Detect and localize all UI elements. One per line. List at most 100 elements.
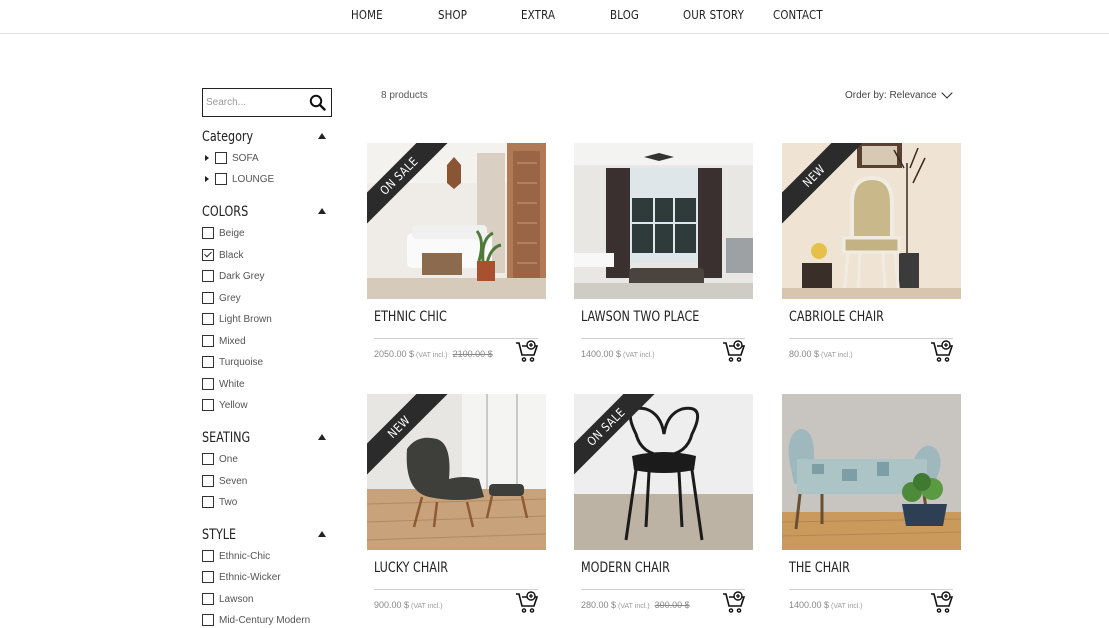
product-image[interactable]: NEW [782, 143, 961, 299]
checkbox[interactable] [202, 593, 214, 605]
top-navigation: HOME SHOP EXTRA BLOG OUR STORY CONTACT [0, 0, 1109, 34]
option-label: One [219, 453, 238, 465]
filter-title-style: STYLE [202, 527, 237, 543]
product-image[interactable] [574, 143, 753, 299]
add-to-cart-icon[interactable] [722, 591, 746, 615]
filter-option-beige[interactable]: Beige [202, 226, 245, 240]
product-name[interactable]: CABRIOLE CHAIR [789, 309, 884, 325]
option-label: White [219, 378, 245, 390]
checkbox[interactable] [215, 173, 227, 185]
filter-option-sofa[interactable]: SOFA [205, 151, 259, 165]
option-label: Yellow [219, 399, 248, 411]
vat-note: (VAT incl.) [411, 603, 443, 610]
filter-option-lawson[interactable]: Lawson [202, 592, 253, 606]
checkbox[interactable] [202, 270, 214, 282]
option-label: LOUNGE [232, 173, 275, 185]
search-box [202, 88, 332, 117]
option-label: Seven [219, 475, 248, 487]
filter-title-category: Category [202, 129, 254, 145]
price-value: 1400.00 $ [789, 600, 830, 610]
checkbox[interactable] [202, 378, 214, 390]
filter-option-seven[interactable]: Seven [202, 474, 247, 488]
price-value: 280.00 $ [581, 600, 617, 610]
filter-option-mid-century-modern[interactable]: Mid-Century Modern [202, 613, 310, 627]
expand-arrow-icon[interactable] [205, 176, 209, 182]
add-to-cart-icon[interactable] [722, 340, 746, 364]
product-card-lucky-chair: NEW LUCKY CHAIR 900.00 $ (VAT incl.) [367, 394, 546, 626]
expand-arrow-icon[interactable] [205, 155, 209, 161]
option-label: Turquoise [219, 356, 264, 368]
vat-note: (VAT incl.) [831, 603, 863, 610]
collapse-colors-icon[interactable] [318, 208, 326, 214]
filter-option-turquoise[interactable]: Turquoise [202, 355, 263, 369]
add-to-cart-icon[interactable] [930, 591, 954, 615]
search-input[interactable] [206, 94, 306, 111]
product-name[interactable]: LUCKY CHAIR [374, 560, 448, 576]
nav-home[interactable]: HOME [351, 7, 383, 22]
product-price: 280.00 $ (VAT incl.) 300.00 $ [581, 600, 690, 610]
divider [581, 338, 745, 339]
checkbox[interactable] [202, 313, 214, 325]
order-by-dropdown[interactable]: Order by: Relevance [845, 87, 953, 101]
checkbox[interactable] [215, 152, 227, 164]
product-name[interactable]: LAWSON TWO PLACE [581, 309, 699, 325]
product-name[interactable]: ETHNIC CHIC [374, 309, 447, 325]
collapse-style-icon[interactable] [318, 531, 326, 537]
add-to-cart-icon[interactable] [515, 591, 539, 615]
vat-note: (VAT incl.) [416, 352, 448, 359]
filter-option-ethnic-chic[interactable]: Ethnic-Chic [202, 549, 270, 563]
price-value: 1400.00 $ [581, 349, 622, 359]
checkbox[interactable] [202, 399, 214, 411]
product-name[interactable]: MODERN CHAIR [581, 560, 670, 576]
nav-extra[interactable]: EXTRA [521, 7, 555, 22]
checkbox[interactable] [202, 614, 214, 626]
collapse-seating-icon[interactable] [318, 434, 326, 440]
collapse-category-icon[interactable] [318, 133, 326, 139]
product-image[interactable] [782, 394, 961, 550]
filter-option-lounge[interactable]: LOUNGE [205, 172, 274, 186]
add-to-cart-icon[interactable] [515, 340, 539, 364]
filter-option-light-brown[interactable]: Light Brown [202, 312, 272, 326]
search-icon[interactable] [309, 94, 326, 111]
filter-option-one[interactable]: One [202, 452, 238, 466]
checkbox[interactable] [202, 227, 214, 239]
filter-option-white[interactable]: White [202, 377, 245, 391]
product-card-lawson-two-place: LAWSON TWO PLACE 1400.00 $ (VAT incl.) [574, 143, 753, 375]
option-label: Black [219, 249, 244, 261]
filter-option-grey[interactable]: Grey [202, 291, 241, 305]
product-name[interactable]: THE CHAIR [789, 560, 850, 576]
checkbox[interactable] [202, 356, 214, 368]
filter-option-two[interactable]: Two [202, 495, 237, 509]
product-image[interactable]: NEW [367, 394, 546, 550]
add-to-cart-icon[interactable] [930, 340, 954, 364]
checkbox-checked[interactable] [202, 249, 214, 261]
divider [581, 589, 745, 590]
checkbox[interactable] [202, 496, 214, 508]
option-label: Two [219, 496, 238, 508]
checkbox[interactable] [202, 550, 214, 562]
nav-shop[interactable]: SHOP [438, 7, 467, 22]
filter-option-dark-grey[interactable]: Dark Grey [202, 269, 265, 283]
filter-option-ethnic-wicker[interactable]: Ethnic-Wicker [202, 570, 281, 584]
filter-option-mixed[interactable]: Mixed [202, 334, 246, 348]
product-card-the-chair: THE CHAIR 1400.00 $ (VAT incl.) [782, 394, 961, 626]
checkbox[interactable] [202, 475, 214, 487]
option-label: Ethnic-Chic [219, 550, 271, 562]
nav-our-story[interactable]: OUR STORY [683, 7, 744, 22]
product-image[interactable]: ON SALE [574, 394, 753, 550]
filter-option-yellow[interactable]: Yellow [202, 398, 248, 412]
option-label: Mid-Century Modern [219, 614, 311, 626]
filter-option-black[interactable]: Black [202, 248, 243, 262]
checkbox[interactable] [202, 453, 214, 465]
checkbox[interactable] [202, 335, 214, 347]
divider [374, 338, 538, 339]
divider [789, 338, 953, 339]
nav-contact[interactable]: CONTACT [773, 7, 823, 22]
nav-blog[interactable]: BLOG [610, 7, 639, 22]
checkbox[interactable] [202, 571, 214, 583]
product-image[interactable]: ON SALE [367, 143, 546, 299]
old-price: 2100.00 $ [452, 349, 493, 359]
option-label: Lawson [219, 593, 254, 605]
vat-note: (VAT incl.) [623, 352, 655, 359]
checkbox[interactable] [202, 292, 214, 304]
